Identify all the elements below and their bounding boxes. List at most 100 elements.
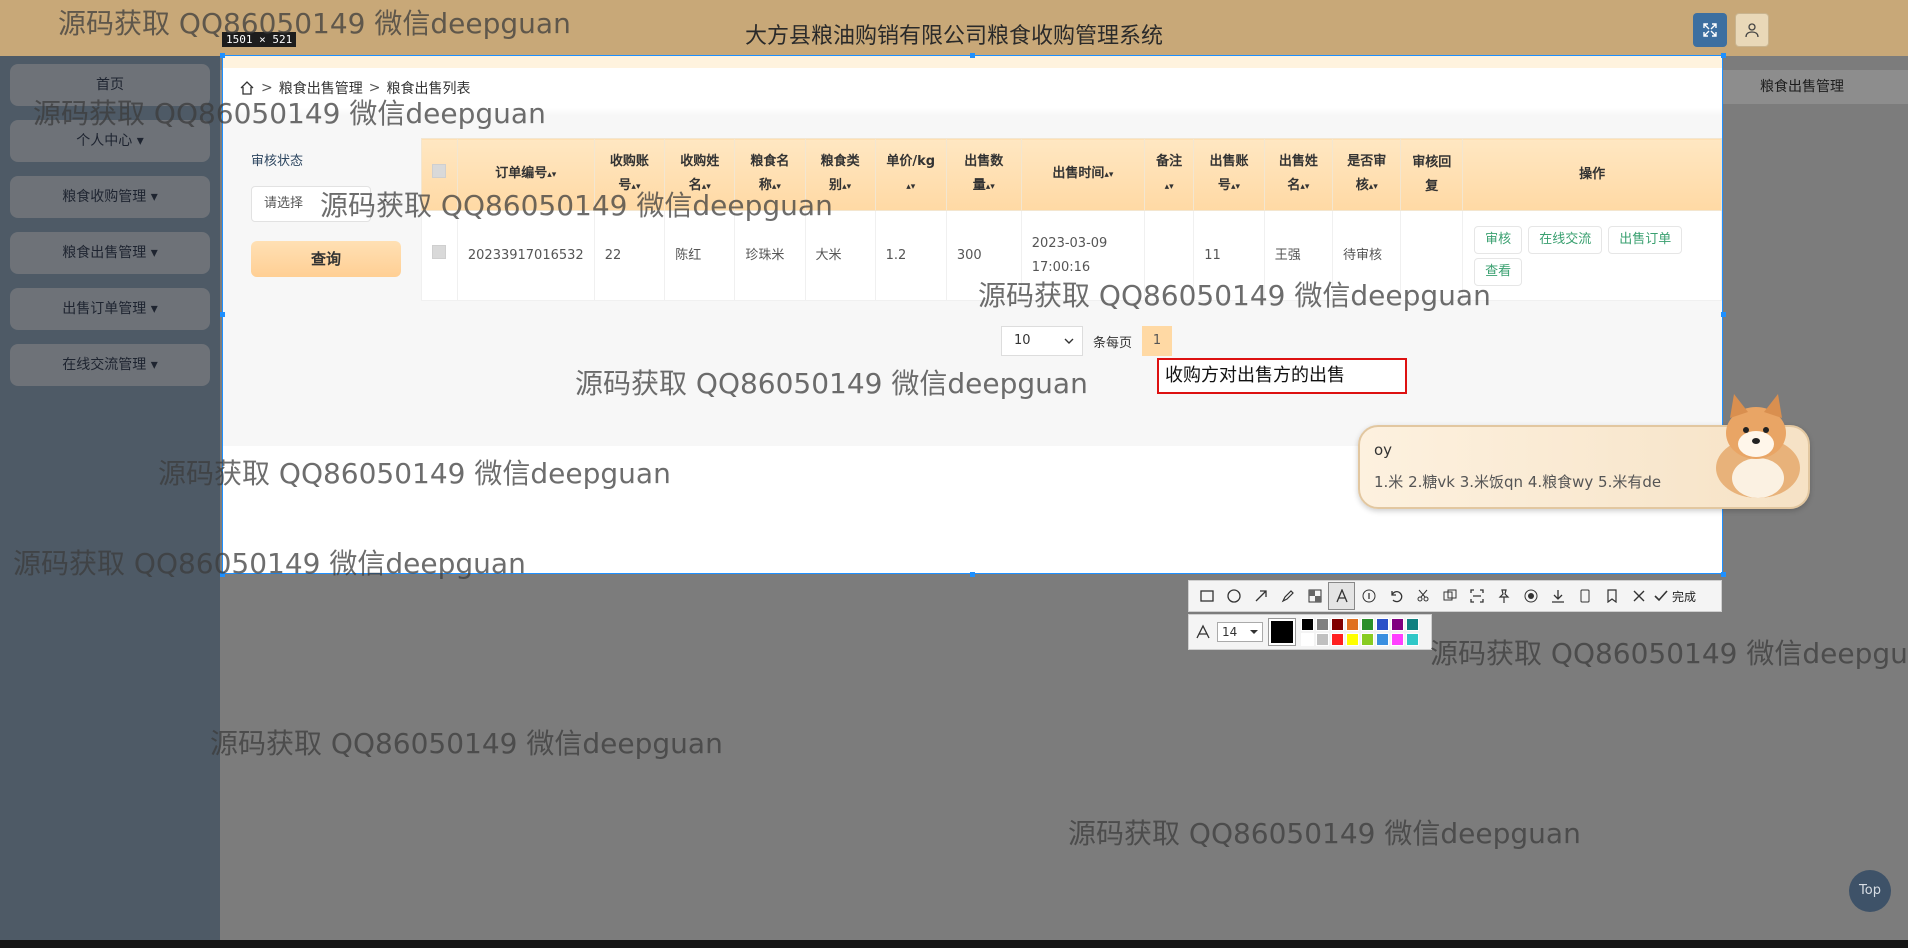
resize-handle[interactable] (1721, 53, 1726, 58)
sort-icon: ▴▾ (1300, 182, 1310, 192)
sidebar-item-sale-orders[interactable]: 出售订单管理 ▾ (10, 288, 210, 330)
number-icon[interactable] (1355, 582, 1382, 610)
cell-actions: 审核 在线交流 出售订单 查看 (1462, 210, 1722, 301)
sidebar-item-grain-sale[interactable]: 粮食出售管理 ▾ (10, 232, 210, 274)
audit-button[interactable]: 审核 (1474, 225, 1523, 254)
header-audit-reply: 审核回复 (1400, 138, 1464, 211)
color-swatch[interactable] (1301, 618, 1314, 631)
fullscreen-button[interactable] (1693, 13, 1727, 47)
row-checkbox[interactable] (432, 244, 447, 259)
color-swatch[interactable] (1316, 618, 1329, 631)
record-icon[interactable] (1517, 582, 1544, 610)
sort-icon: ▴▾ (985, 182, 995, 192)
header-quantity[interactable]: 出售数 量▴▾ (945, 138, 1022, 211)
text-style-bar: 14 (1188, 614, 1432, 650)
color-swatch[interactable] (1331, 618, 1344, 631)
ellipse-icon[interactable] (1220, 582, 1247, 610)
color-swatch[interactable] (1346, 618, 1359, 631)
color-swatch[interactable] (1376, 633, 1389, 646)
resize-handle[interactable] (220, 312, 225, 317)
color-swatch[interactable] (1361, 618, 1374, 631)
sort-icon: ▴▾ (1104, 170, 1114, 180)
screenshot-toolbar: 完成 (1188, 580, 1722, 612)
sort-icon: ▴▾ (1164, 182, 1174, 192)
resize-handle[interactable] (970, 572, 975, 577)
page-number-current[interactable]: 1 (1142, 326, 1173, 356)
sort-icon: ▴▾ (1230, 182, 1240, 192)
color-swatch[interactable] (1391, 633, 1404, 646)
resize-handle[interactable] (1721, 572, 1726, 577)
color-swatch[interactable] (1301, 633, 1314, 646)
rectangle-icon[interactable] (1193, 582, 1220, 610)
header-seller-name[interactable]: 出售姓 名▴▾ (1263, 138, 1334, 211)
color-swatch[interactable] (1376, 618, 1389, 631)
sidebar-item-grain-purchase[interactable]: 粮食收购管理 ▾ (10, 176, 210, 218)
color-swatch[interactable] (1391, 618, 1404, 631)
annotation-text-box[interactable]: 收购方对出售方的出售 (1157, 358, 1407, 394)
query-button[interactable]: 查询 (251, 241, 401, 277)
resize-handle[interactable] (220, 53, 225, 58)
sort-icon: ▴▾ (1368, 182, 1378, 192)
sidebar-item-online-chat[interactable]: 在线交流管理 ▾ (10, 344, 210, 386)
watermark-text: 源码获取 QQ86050149 微信deepguan (1068, 817, 1581, 850)
pen-icon[interactable] (1274, 582, 1301, 610)
watermark-text: 源码获取 QQ86050149 微信deepguan (320, 189, 833, 222)
resize-handle[interactable] (1721, 312, 1726, 317)
watermark-text: 源码获取 QQ86050149 微信deepguan (158, 457, 671, 490)
audit-status-label: 审核状态 (251, 154, 304, 169)
select-all-checkbox[interactable] (432, 163, 447, 178)
text-icon[interactable] (1328, 582, 1355, 610)
scissor-icon[interactable] (1409, 582, 1436, 610)
undo-icon[interactable] (1382, 582, 1409, 610)
page-size-unit: 条每页 (1093, 335, 1133, 351)
header-unit-price[interactable]: 单价/kg ▴▾ (874, 138, 947, 211)
sale-order-button[interactable]: 出售订单 (1608, 225, 1683, 254)
chevron-down-icon (1250, 630, 1258, 634)
watermark-text: 源码获取 QQ86050149 微信deepguan (33, 97, 546, 130)
header-seller-account[interactable]: 出售账 号▴▾ (1193, 138, 1265, 211)
header-remark[interactable]: 备注 ▴▾ (1144, 138, 1195, 211)
copy-icon[interactable] (1571, 582, 1598, 610)
color-swatch[interactable] (1331, 633, 1344, 646)
color-swatch[interactable] (1361, 633, 1374, 646)
resize-handle[interactable] (970, 53, 975, 58)
current-color-swatch[interactable] (1268, 618, 1296, 646)
arrow-icon[interactable] (1247, 582, 1274, 610)
mosaic-icon[interactable] (1301, 582, 1328, 610)
font-icon (1196, 624, 1210, 639)
color-swatch[interactable] (1406, 633, 1419, 646)
pin-icon[interactable] (1490, 582, 1517, 610)
sort-icon: ▴▾ (906, 182, 916, 192)
cell-unit-price: 1.2 (874, 210, 947, 301)
done-button[interactable]: 完成 (1654, 588, 1696, 605)
bookmark-icon[interactable] (1598, 582, 1625, 610)
ime-input-text: oy (1374, 441, 1393, 459)
sidebar: 首页 个人中心 ▾ 粮食收购管理 ▾ 粮食出售管理 ▾ 出售订单管理 ▾ 在线交… (0, 56, 220, 940)
header-sale-time[interactable]: 出售时间▴▾ (1020, 138, 1146, 211)
tab-current[interactable]: 粮食出售管理 (1760, 76, 1844, 96)
shiba-dog-icon (1716, 394, 1800, 498)
ime-candidates[interactable]: 1.米 2.糖vk 3.米饭qn 4.粮食wy 5.米有de (1374, 471, 1661, 492)
cell-buyer-name: 陈红 (664, 210, 736, 301)
row-select-cell[interactable] (421, 210, 458, 301)
online-chat-button[interactable]: 在线交流 (1528, 225, 1603, 254)
watermark-text: 源码获取 QQ86050149 微信deepguan (575, 367, 1088, 400)
color-swatch[interactable] (1316, 633, 1329, 646)
color-swatch[interactable] (1346, 633, 1359, 646)
watermark-text: 源码获取 QQ86050149 微信deepguan (58, 7, 571, 40)
page-size-select[interactable]: 10 (1001, 326, 1083, 356)
header-audit-status[interactable]: 是否审 核▴▾ (1332, 138, 1402, 211)
download-icon[interactable] (1544, 582, 1571, 610)
scan-icon[interactable] (1463, 582, 1490, 610)
color-swatch[interactable] (1406, 618, 1419, 631)
cell-buyer-account: 22 (593, 210, 666, 301)
header-actions: 操作 (1462, 138, 1722, 211)
back-to-top-button[interactable]: Top (1849, 870, 1891, 912)
font-size-select[interactable]: 14 (1217, 622, 1263, 642)
close-icon[interactable] (1625, 582, 1652, 610)
cell-grain-name: 珍珠米 (734, 210, 806, 301)
taskbar (0, 940, 1908, 948)
sort-icon: ▴▾ (842, 182, 852, 192)
ocr-icon[interactable] (1436, 582, 1463, 610)
user-button[interactable] (1735, 13, 1769, 47)
